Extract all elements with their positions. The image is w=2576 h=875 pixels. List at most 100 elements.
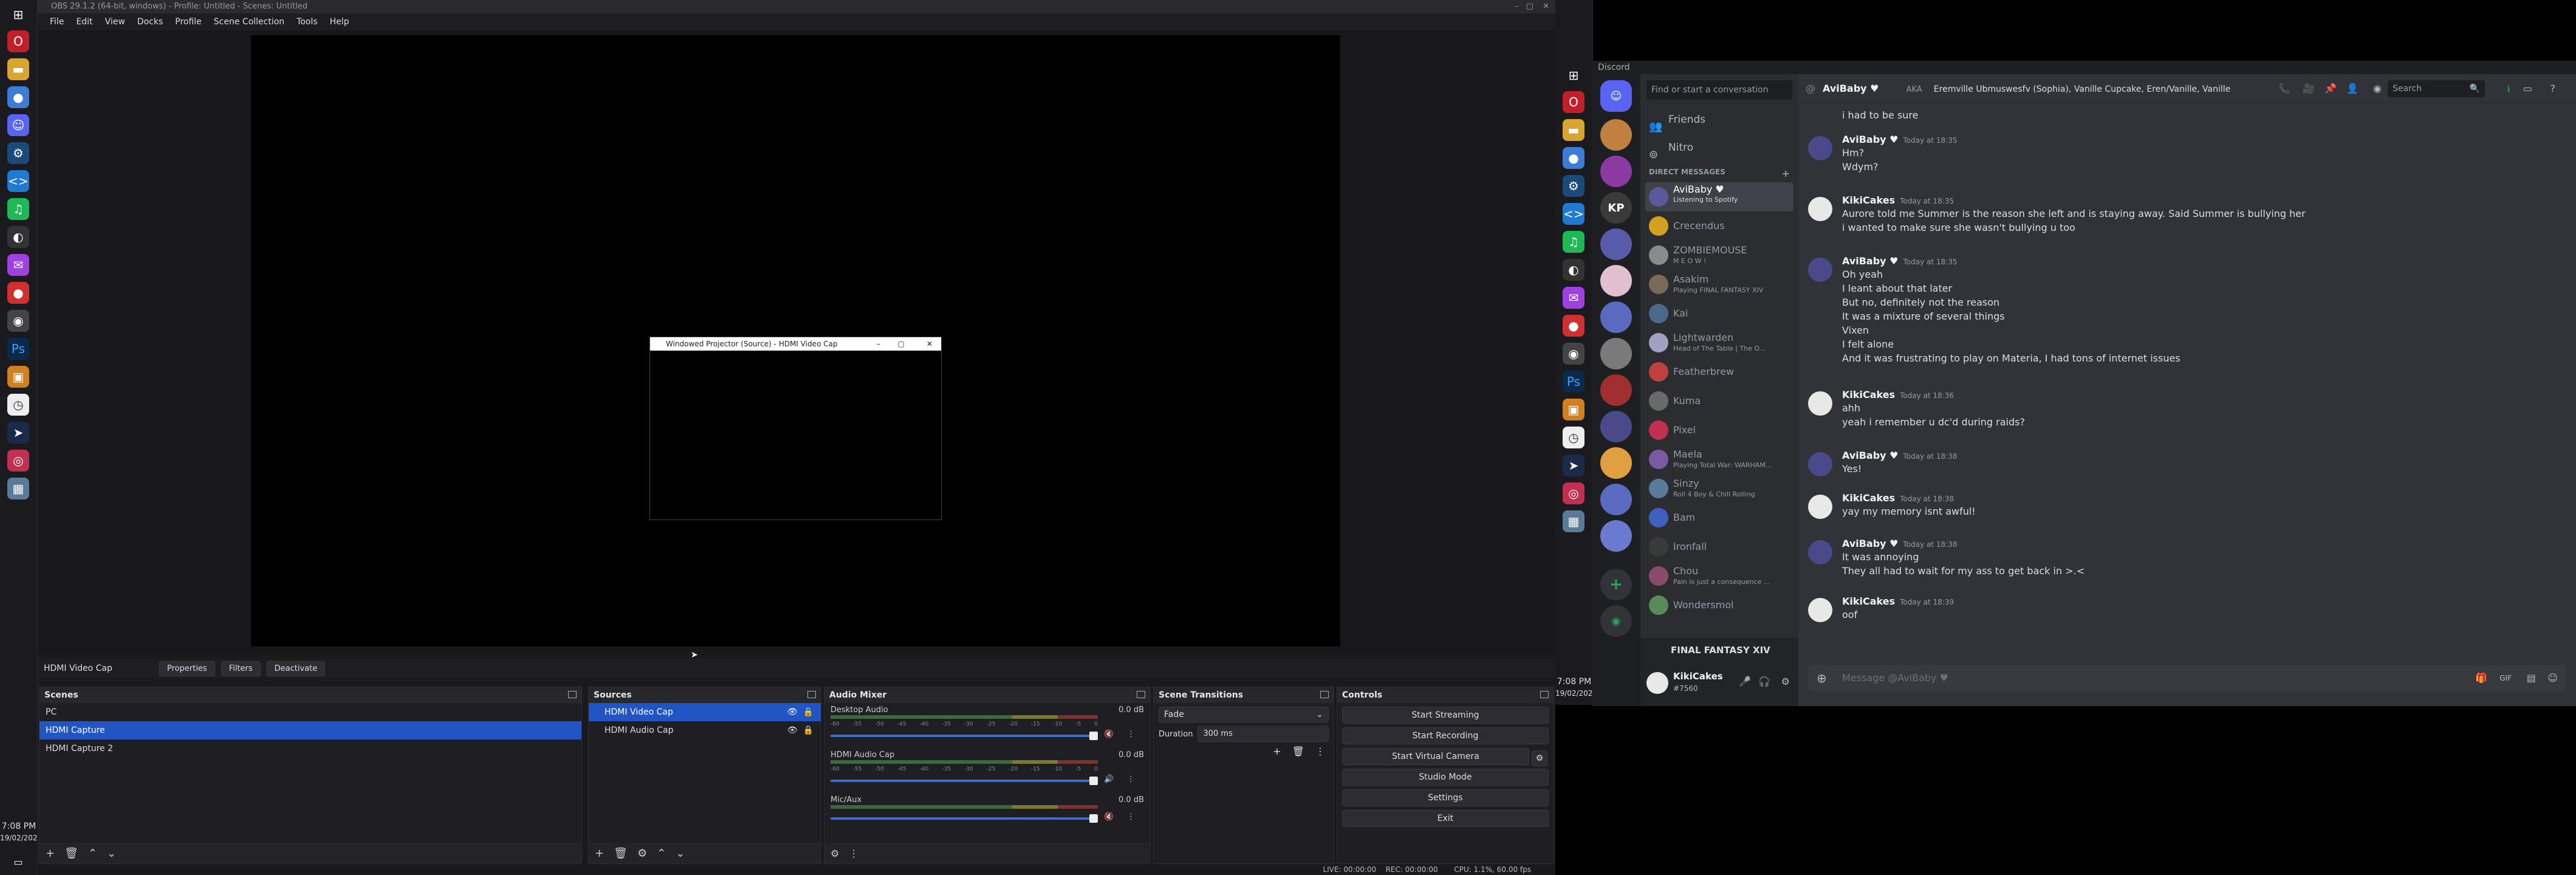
scene-item[interactable]: PC [39, 703, 581, 721]
settings-button[interactable]: Settings [1342, 789, 1549, 806]
up-icon[interactable]: ⌃ [657, 847, 666, 860]
message-author[interactable]: KikiCakes Today at 18:36 [1842, 389, 1954, 400]
folder-icon[interactable]: ▬ [1563, 119, 1584, 141]
volume-slider[interactable] [831, 777, 1098, 785]
avatar[interactable] [1808, 452, 1832, 476]
dm-item[interactable]: Kuma [1645, 386, 1793, 416]
menu-help[interactable]: Help [324, 13, 355, 30]
more-icon[interactable]: ⋮ [1127, 775, 1135, 784]
folder-icon[interactable]: ▬ [7, 58, 29, 80]
advanced-audio-icon[interactable]: ⚙ [831, 848, 839, 859]
menu-edit[interactable]: Edit [70, 13, 98, 30]
server-icon[interactable] [1600, 338, 1632, 369]
eye-icon[interactable]: 👁 [787, 703, 798, 721]
dm-item[interactable]: Lightwarden Head of The Table | The O... [1645, 328, 1793, 357]
duration-input[interactable]: 300 ms [1197, 726, 1329, 742]
vscode-icon[interactable]: <> [1563, 203, 1584, 225]
chat-recipient[interactable]: AviBaby ♥ [1823, 83, 1879, 94]
volume-slider[interactable] [831, 814, 1098, 823]
menu-view[interactable]: View [99, 13, 131, 30]
add-icon[interactable]: + [595, 847, 604, 860]
notification-icon[interactable]: ▭ [7, 851, 29, 873]
mute-icon[interactable]: 🔇 [1104, 812, 1114, 822]
mute-icon[interactable]: 🔇 [1104, 730, 1114, 739]
avatar[interactable] [1646, 672, 1668, 694]
delete-icon[interactable]: 🗑 [1292, 746, 1304, 757]
avatar[interactable] [1808, 495, 1832, 519]
dm-item[interactable]: Chou Pain is just a consequence ... [1645, 561, 1793, 591]
eye-icon[interactable]: 👁 [787, 721, 798, 739]
more-icon[interactable]: ⋮ [1127, 812, 1135, 822]
studio-mode-button[interactable]: Studio Mode [1342, 769, 1549, 786]
start-recording-button[interactable]: Start Recording [1342, 727, 1549, 744]
message-author[interactable]: AviBaby ♥ Today at 18:35 [1842, 134, 1958, 145]
steam-icon[interactable]: ⚙ [1563, 175, 1584, 197]
filters-button[interactable]: Filters [221, 661, 261, 676]
dm-item[interactable]: Maela Playing Total War: WARHAM... [1645, 445, 1793, 474]
up-icon[interactable]: ⌃ [88, 847, 97, 860]
volume-slider[interactable] [831, 732, 1098, 740]
add-server-icon[interactable]: + [1600, 569, 1632, 600]
obs-icon[interactable]: ◉ [7, 310, 29, 332]
speaker-icon[interactable]: 🔊 [1104, 775, 1114, 784]
windows-start-icon[interactable]: ⊞ [1563, 64, 1584, 86]
spotify-icon[interactable]: ♫ [1563, 231, 1584, 253]
popout-icon[interactable] [568, 691, 577, 698]
message-author[interactable]: AviBaby ♥ Today at 18:35 [1842, 255, 1958, 267]
app-orange-icon[interactable]: ▣ [1563, 399, 1584, 420]
more-icon[interactable]: ⋮ [1315, 746, 1325, 757]
delete-icon[interactable]: 🗑 [614, 847, 628, 860]
server-icon[interactable] [1600, 265, 1632, 297]
avatar[interactable] [1808, 540, 1832, 564]
app-gray-icon[interactable]: ▦ [1563, 510, 1584, 532]
spotify-icon[interactable]: ♫ [7, 198, 29, 220]
server-icon[interactable] [1600, 301, 1632, 333]
projector-maximize-icon[interactable]: ▢ [898, 337, 905, 351]
photoshop-icon[interactable]: Ps [7, 338, 29, 360]
more-icon[interactable]: ⋮ [849, 848, 858, 859]
source-item[interactable]: HDMI Audio Cap 👁 🔒 [589, 721, 821, 739]
down-icon[interactable]: ⌄ [676, 847, 685, 860]
opera-icon[interactable]: O [1563, 91, 1584, 113]
windowed-projector[interactable]: Windowed Projector (Source) - HDMI Video… [649, 337, 942, 520]
discord-app-icon[interactable]: ☺ [7, 114, 29, 136]
chrome-icon[interactable]: ● [7, 86, 29, 108]
message-author[interactable]: KikiCakes Today at 18:39 [1842, 595, 1954, 607]
voice-call-icon[interactable]: 📞 [2278, 74, 2290, 103]
dm-item[interactable]: Featherbrew [1645, 357, 1793, 386]
lock-icon[interactable]: 🔒 [803, 703, 814, 721]
chat-search-input[interactable]: Search 🔍 [2388, 80, 2485, 97]
now-playing[interactable]: FINAL FANTASY XIV [1640, 638, 1798, 662]
properties-button[interactable]: Properties [159, 661, 215, 676]
windows-start-icon[interactable]: ⊞ [7, 4, 29, 26]
add-icon[interactable]: + [1273, 746, 1281, 757]
discord-home-icon[interactable]: ☺ [1600, 80, 1632, 112]
server-icon[interactable] [1600, 228, 1632, 260]
menu-file[interactable]: File [44, 13, 70, 30]
dm-item[interactable]: Sinzy Roll 4 Boy & Chill Rolling [1645, 474, 1793, 503]
down-icon[interactable]: ⌄ [107, 847, 116, 860]
messenger-icon[interactable]: ✉ [1563, 287, 1584, 309]
dm-item[interactable]: Wondersmol [1645, 591, 1793, 620]
friends-nav[interactable]: 👥 Friends [1640, 106, 1798, 134]
app-pink-icon[interactable]: ◎ [7, 450, 29, 472]
exit-button[interactable]: Exit [1342, 810, 1549, 827]
popout-icon[interactable] [1320, 691, 1329, 698]
obs-icon[interactable]: ◉ [1563, 343, 1584, 365]
settings-icon[interactable]: ⚙ [637, 847, 647, 860]
add-friend-icon[interactable]: 👤 [2346, 74, 2358, 103]
mute-mic-icon[interactable]: 🎤 [1739, 676, 1751, 687]
pinned-icon[interactable]: 📌 [2324, 74, 2337, 103]
more-icon[interactable]: ⋮ [1127, 730, 1135, 739]
add-icon[interactable]: + [46, 847, 55, 860]
opera-icon[interactable]: O [7, 30, 29, 52]
dm-item[interactable]: AviBaby ♥ Listening to Spotify [1645, 182, 1793, 211]
tray-date[interactable]: 19/02/2023 [0, 834, 42, 842]
photoshop-icon[interactable]: Ps [1563, 371, 1584, 393]
popout-icon[interactable] [1540, 691, 1549, 698]
projector-close-icon[interactable]: ✕ [927, 337, 933, 351]
clock-icon[interactable]: ◷ [7, 394, 29, 416]
add-attachment-icon[interactable]: ⊕ [1817, 665, 1827, 691]
arrow-icon[interactable]: ➤ [1563, 455, 1584, 476]
delete-icon[interactable]: 🗑 [64, 847, 78, 860]
